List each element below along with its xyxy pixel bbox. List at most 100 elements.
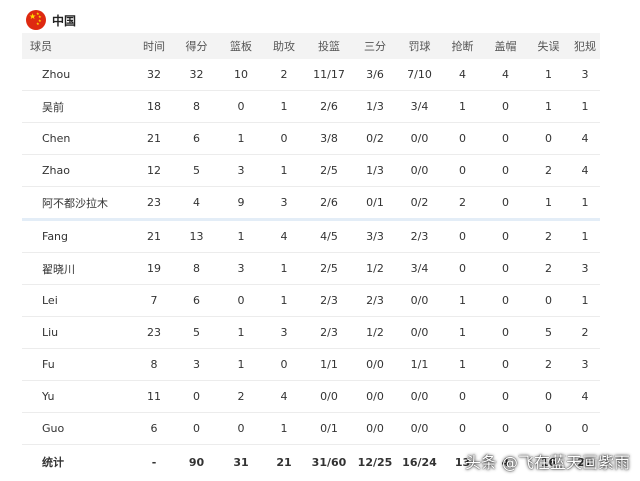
column-header: 助攻	[262, 33, 306, 59]
table-row: 吴前 18 8 0 1 2/6 1/3 3/4 1 0 1 1	[22, 90, 600, 123]
stat-cell: 0	[220, 90, 262, 123]
column-header: 时间	[135, 33, 173, 59]
column-header: 投篮	[306, 33, 352, 59]
stat-cell: -	[151, 455, 157, 469]
stat-cell: 0/0	[398, 122, 441, 155]
stat-cell: 0/0	[398, 154, 441, 187]
stat-cell: 1	[441, 316, 484, 349]
stat-cell: 32	[173, 59, 220, 91]
stat-cell: 2/5	[306, 154, 352, 187]
stat-cell: 1	[262, 284, 306, 317]
stat-cell: 1/1	[306, 348, 352, 381]
stat-cell: 4	[570, 380, 600, 413]
stat-cell: 3	[570, 348, 600, 381]
player-name: Zhao	[22, 154, 135, 187]
stat-cell: 4	[570, 154, 600, 187]
stat-cell: 4	[262, 380, 306, 413]
stat-cell: 3	[220, 154, 262, 187]
stat-cell: 0	[220, 412, 262, 445]
watermark: 头条 @飞在蓝天画紫雨	[464, 453, 630, 472]
stat-cell: 0/2	[352, 122, 398, 155]
stat-cell: 4	[441, 59, 484, 91]
stat-cell: 1	[527, 90, 570, 123]
stat-cell: 1	[570, 90, 600, 123]
stat-cell: 9	[220, 186, 262, 221]
stat-cell: 5	[173, 154, 220, 187]
stat-cell: 0	[173, 412, 220, 445]
team-name: 中国	[52, 13, 77, 28]
stat-cell: 2/3	[398, 219, 441, 253]
stat-cell: 23	[135, 186, 173, 221]
stat-cell: 1	[570, 284, 600, 317]
stat-cell: 2	[527, 348, 570, 381]
column-header: 得分	[173, 33, 220, 59]
stat-cell: 12	[135, 154, 173, 187]
stat-cell: 0	[441, 412, 484, 445]
stat-cell: 1	[220, 316, 262, 349]
stat-cell: 1	[220, 219, 262, 253]
stat-cell: 1	[220, 122, 262, 155]
column-header: 盖帽	[484, 33, 527, 59]
stat-cell: 3	[570, 252, 600, 285]
stat-cell: 0	[484, 380, 527, 413]
stat-cell: 1	[570, 186, 600, 221]
stat-cell: 2	[527, 252, 570, 285]
stat-cell: 8	[135, 348, 173, 381]
stat-cell: 21	[135, 122, 173, 155]
player-name: Chen	[22, 122, 135, 155]
stat-cell: 31	[233, 455, 249, 469]
stat-cell: 0	[527, 380, 570, 413]
stat-cell: 0/1	[352, 186, 398, 221]
stat-cell: 3	[262, 316, 306, 349]
stat-cell: 12/25	[357, 455, 393, 469]
stat-cell: 0	[527, 122, 570, 155]
stat-cell: 23	[135, 316, 173, 349]
stat-cell: 1	[262, 90, 306, 123]
stat-cell: 3/6	[352, 59, 398, 91]
stat-cell: 7/10	[398, 59, 441, 91]
stat-cell: 1	[262, 252, 306, 285]
table-row: Liu 23 5 1 3 2/3 1/2 0/0 1 0 5 2	[22, 316, 600, 349]
stat-cell: 4	[484, 59, 527, 91]
china-flag-icon: ★ ★ ★ ★ ★	[26, 10, 46, 30]
stat-cell: 1/2	[352, 316, 398, 349]
column-header: 三分	[352, 33, 398, 59]
stat-cell: 8	[173, 252, 220, 285]
stat-cell: 0	[441, 122, 484, 155]
team-header: ★ ★ ★ ★ ★ 中国	[26, 9, 76, 31]
table-row: Zhou 32 32 10 2 11/17 3/6 7/10 4 4 1 3	[22, 59, 600, 91]
table-row: Zhao 12 5 3 1 2/5 1/3 0/0 0 0 2 4	[22, 154, 600, 187]
stat-cell: 3/4	[398, 252, 441, 285]
stat-cell: 2	[220, 380, 262, 413]
table-row: Fang 21 13 1 4 4/5 3/3 2/3 0 0 2 1	[22, 219, 600, 253]
player-name: Guo	[22, 412, 135, 445]
stat-cell: 2	[441, 186, 484, 221]
stat-cell: 1/3	[352, 154, 398, 187]
stat-cell: 1	[220, 348, 262, 381]
stat-cell: 0	[527, 284, 570, 317]
stat-cell: 0	[484, 284, 527, 317]
stat-cell: 2/3	[306, 316, 352, 349]
player-name: Fang	[22, 219, 135, 253]
stat-cell: 4	[570, 122, 600, 155]
stat-cell: 0	[441, 380, 484, 413]
stat-cell: 1	[527, 59, 570, 91]
stat-cell: 0	[441, 219, 484, 253]
stat-cell: 7	[135, 284, 173, 317]
table-row: Lei 7 6 0 1 2/3 2/3 0/0 1 0 0 1	[22, 284, 600, 317]
player-name: Yu	[22, 380, 135, 413]
stat-cell: 1	[262, 412, 306, 445]
stat-cell: 2	[527, 154, 570, 187]
column-header: 篮板	[220, 33, 262, 59]
stat-cell: 2/3	[306, 284, 352, 317]
stat-cell: 0	[570, 412, 600, 445]
stat-cell: 0	[484, 90, 527, 123]
player-name: Liu	[22, 316, 135, 349]
table-row: 翟晓川 19 8 3 1 2/5 1/2 3/4 0 0 2 3	[22, 252, 600, 285]
table-header-row: 球员 时间 得分 篮板 助攻 投篮 三分 罚球 抢断 盖帽 失误 犯规	[22, 33, 600, 59]
stat-cell: 2	[527, 219, 570, 253]
stat-cell: 4	[262, 219, 306, 253]
stat-cell: 1	[441, 284, 484, 317]
stat-cell: 2/6	[306, 90, 352, 123]
stat-cell: 3	[220, 252, 262, 285]
